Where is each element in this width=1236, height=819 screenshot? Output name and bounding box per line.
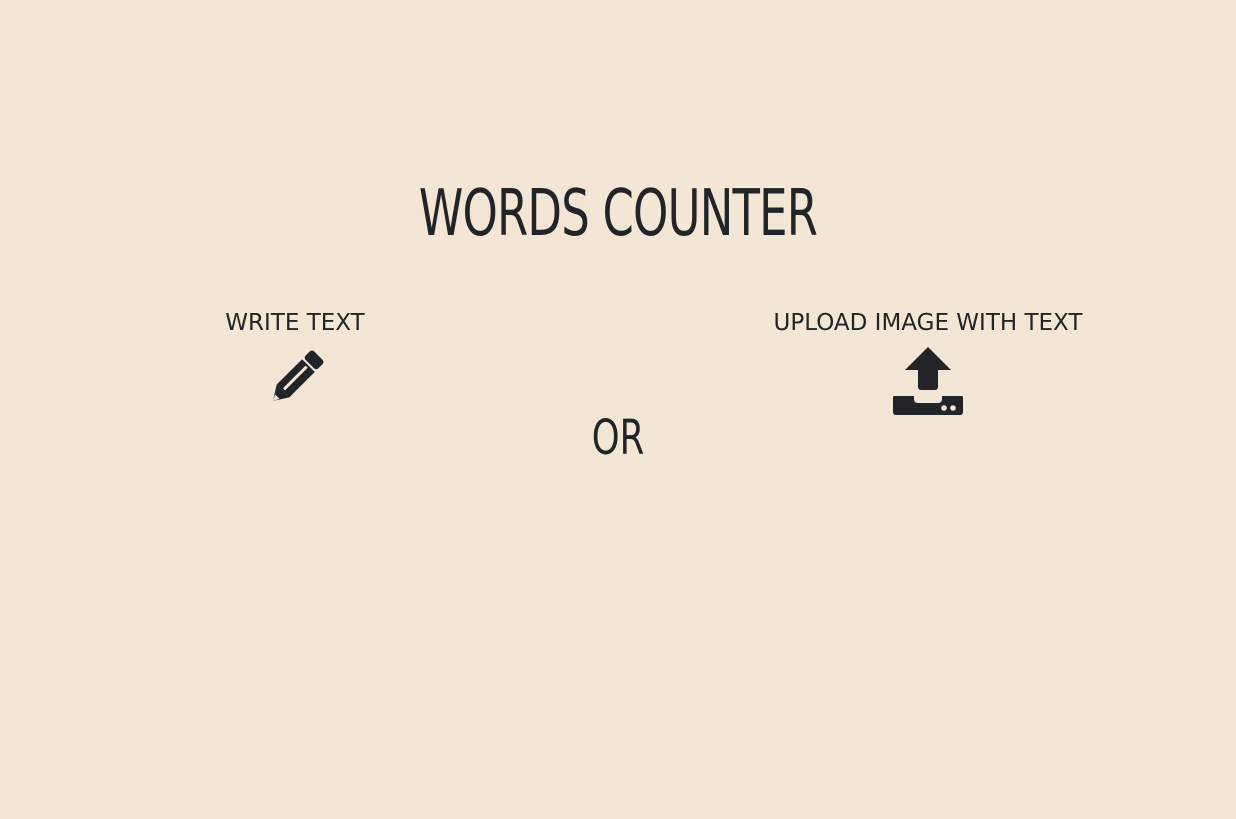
words-counter-page: WORDS COUNTER WRITE TEXT OR UPLOAD IMAGE… — [0, 0, 1236, 819]
upload-image-option[interactable]: UPLOAD IMAGE WITH TEXT — [738, 306, 1118, 416]
page-title: WORDS COUNTER — [418, 177, 818, 251]
write-text-option[interactable]: WRITE TEXT — [170, 306, 420, 412]
upload-icon[interactable] — [892, 346, 964, 416]
write-text-label: WRITE TEXT — [225, 310, 365, 336]
or-separator: OR — [591, 410, 645, 466]
upload-image-label: UPLOAD IMAGE WITH TEXT — [773, 310, 1083, 336]
pencil-icon[interactable] — [262, 346, 328, 412]
